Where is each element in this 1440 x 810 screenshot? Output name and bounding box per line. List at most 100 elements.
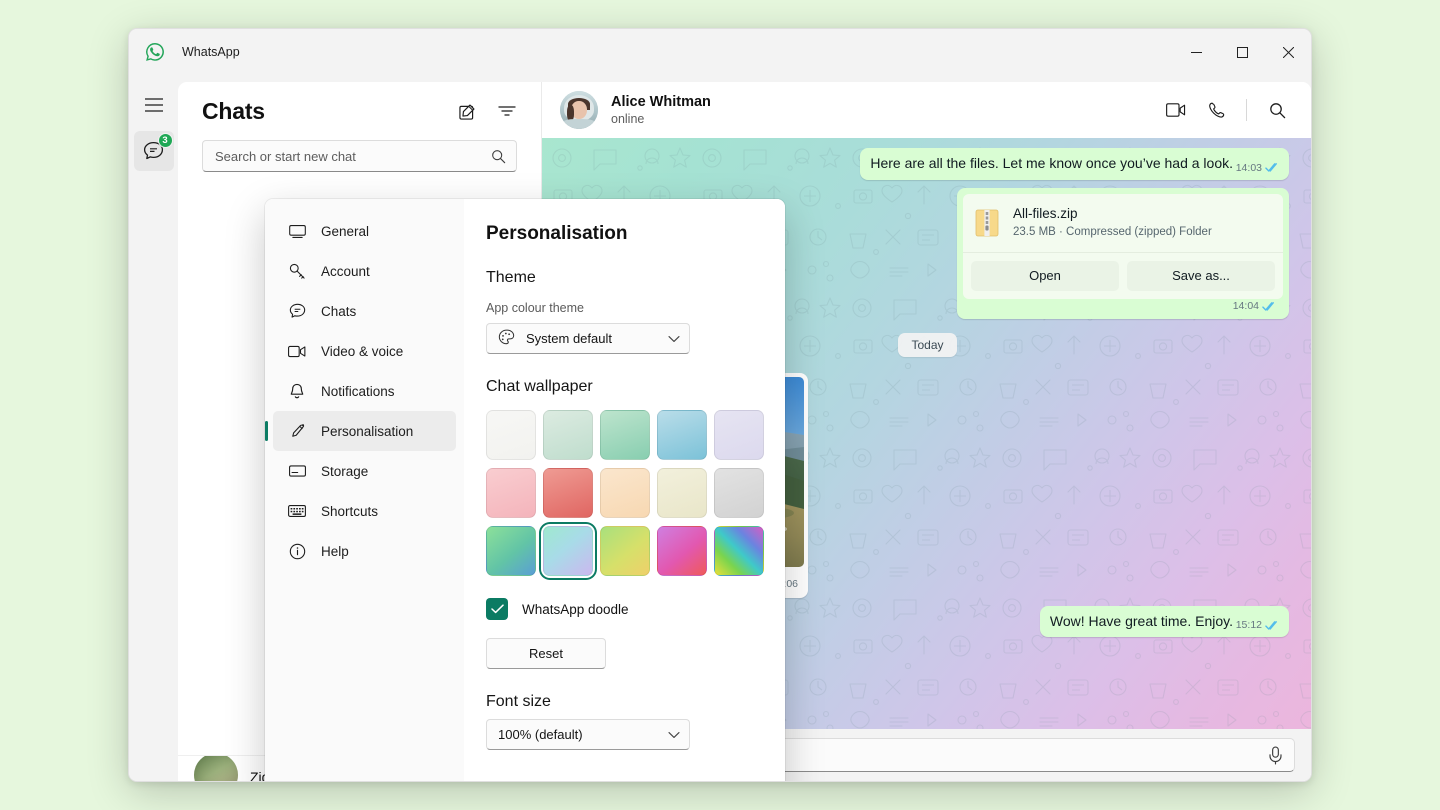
message-meta: 14:03	[1236, 161, 1280, 175]
avatar	[194, 755, 238, 781]
font-size-dropdown[interactable]: 100% (default)	[486, 719, 690, 750]
wallpaper-swatch-pink[interactable]	[486, 468, 536, 518]
sidebar-item-general[interactable]: General	[273, 211, 456, 251]
whatsapp-logo-icon	[144, 41, 166, 63]
open-file-button[interactable]: Open	[971, 261, 1119, 291]
contact-avatar[interactable]	[560, 91, 598, 129]
wallpaper-swatch-green[interactable]	[600, 410, 650, 460]
app-colour-theme-dropdown[interactable]: System default	[486, 323, 690, 354]
file-meta: 23.5 MB · Compressed (zipped) Folder	[1013, 225, 1212, 241]
message-time: 15:12	[1236, 618, 1262, 632]
wallpaper-swatch-white[interactable]	[486, 410, 536, 460]
search-in-chat-icon	[1269, 102, 1286, 119]
wallpaper-swatch-rainbow[interactable]	[714, 526, 764, 576]
read-receipt-icon	[1265, 620, 1280, 631]
doodle-checkbox-row[interactable]: WhatsApp doodle	[486, 598, 759, 620]
minimize-button[interactable]	[1173, 29, 1219, 75]
wallpaper-swatch-blue[interactable]	[657, 410, 707, 460]
filter-chats-button[interactable]	[491, 95, 523, 127]
sidebar-item-help[interactable]: Help	[273, 531, 456, 571]
video-call-button[interactable]	[1158, 93, 1194, 127]
sidebar-item-label: Personalisation	[321, 424, 413, 439]
sidebar-item-account[interactable]: Account	[273, 251, 456, 291]
font-size-value: 100% (default)	[498, 727, 583, 742]
search-box[interactable]	[202, 140, 517, 172]
search-in-chat-button[interactable]	[1259, 93, 1295, 127]
close-icon	[1283, 47, 1294, 58]
save-as-button[interactable]: Save as...	[1127, 261, 1275, 291]
brush-icon	[287, 421, 307, 441]
compose-new-chat-icon	[459, 103, 476, 120]
new-chat-button[interactable]	[451, 95, 483, 127]
message-bubble-text[interactable]: Wow! Have great time. Enjoy. 15:12	[1040, 606, 1289, 638]
voice-call-button[interactable]	[1198, 93, 1234, 127]
video-call-icon	[1166, 103, 1186, 117]
chat-list-header: Chats	[178, 82, 541, 140]
doodle-checkbox[interactable]	[486, 598, 508, 620]
contact-meta: Alice Whitman online	[611, 94, 711, 126]
sidebar-item-label: Video & voice	[321, 344, 403, 359]
wallpaper-swatch-red[interactable]	[543, 468, 593, 518]
app-colour-theme-value: System default	[526, 331, 612, 346]
theme-heading: Theme	[486, 269, 759, 287]
search-input[interactable]	[215, 149, 491, 164]
sidebar-item-storage[interactable]: Storage	[273, 451, 456, 491]
wallpaper-swatch-mint-light[interactable]	[543, 410, 593, 460]
message-text: Wow! Have great time. Enjoy.	[1050, 613, 1233, 629]
search-area	[178, 140, 541, 172]
video-icon	[287, 341, 307, 361]
message-meta: 14:04	[1233, 299, 1277, 313]
chats-unread-badge: 3	[158, 133, 173, 148]
settings-dialog: General Account Chats Video & voice	[265, 199, 785, 782]
minimize-icon	[1191, 47, 1202, 58]
sidebar-item-label: Account	[321, 264, 370, 279]
wallpaper-swatch-peach[interactable]	[600, 468, 650, 518]
sidebar-item-personalisation[interactable]: Personalisation	[273, 411, 456, 451]
file-card: All-files.zip 23.5 MB · Compressed (zipp…	[963, 194, 1283, 299]
conversation-actions	[1158, 93, 1295, 127]
message-row: Here are all the files. Let me know once…	[566, 148, 1289, 180]
titlebar[interactable]: WhatsApp	[129, 29, 1311, 75]
voice-call-icon	[1208, 102, 1225, 119]
close-button[interactable]	[1265, 29, 1311, 75]
info-icon	[287, 541, 307, 561]
sidebar-item-label: Storage	[321, 464, 368, 479]
wallpaper-swatch-magenta[interactable]	[657, 526, 707, 576]
wallpaper-swatch-cream[interactable]	[657, 468, 707, 518]
key-icon	[287, 261, 307, 281]
reset-button[interactable]: Reset	[486, 638, 606, 669]
wallpaper-swatch-green-blue[interactable]	[486, 526, 536, 576]
sidebar-item-chats[interactable]: Chats	[273, 291, 456, 331]
storage-icon	[287, 461, 307, 481]
contact-status: online	[611, 112, 711, 126]
sidebar-item-label: Shortcuts	[321, 504, 378, 519]
palette-icon	[498, 329, 515, 348]
settings-nav: General Account Chats Video & voice	[265, 199, 464, 782]
divider	[1246, 99, 1247, 121]
message-time: 14:04	[1233, 299, 1259, 313]
read-receipt-icon	[1265, 162, 1280, 173]
nav-rail-chats[interactable]: 3	[134, 131, 174, 171]
search-icon[interactable]	[491, 149, 506, 164]
sidebar-item-shortcuts[interactable]: Shortcuts	[273, 491, 456, 531]
microphone-icon[interactable]	[1267, 746, 1284, 765]
doodle-label: WhatsApp doodle	[522, 602, 629, 617]
message-bubble-file[interactable]: All-files.zip 23.5 MB · Compressed (zipp…	[957, 188, 1289, 319]
bell-icon	[287, 381, 307, 401]
settings-content: Personalisation Theme App colour theme S…	[464, 199, 785, 782]
file-name: All-files.zip	[1013, 205, 1212, 223]
wallpaper-swatch-teal-violet[interactable]	[543, 526, 593, 576]
sidebar-item-notifications[interactable]: Notifications	[273, 371, 456, 411]
wallpaper-swatch-lavender[interactable]	[714, 410, 764, 460]
chevron-down-icon	[668, 727, 680, 742]
wallpaper-swatch-lime-yellow[interactable]	[600, 526, 650, 576]
hamburger-menu-button[interactable]	[134, 85, 174, 125]
hamburger-menu-icon	[145, 98, 163, 112]
wallpaper-swatch-grey[interactable]	[714, 468, 764, 518]
message-time: 14:03	[1236, 161, 1262, 175]
conversation-header[interactable]: Alice Whitman online	[542, 82, 1311, 138]
maximize-button[interactable]	[1219, 29, 1265, 75]
nav-rail: 3	[129, 75, 178, 781]
sidebar-item-video-voice[interactable]: Video & voice	[273, 331, 456, 371]
message-bubble-text[interactable]: Here are all the files. Let me know once…	[860, 148, 1289, 180]
